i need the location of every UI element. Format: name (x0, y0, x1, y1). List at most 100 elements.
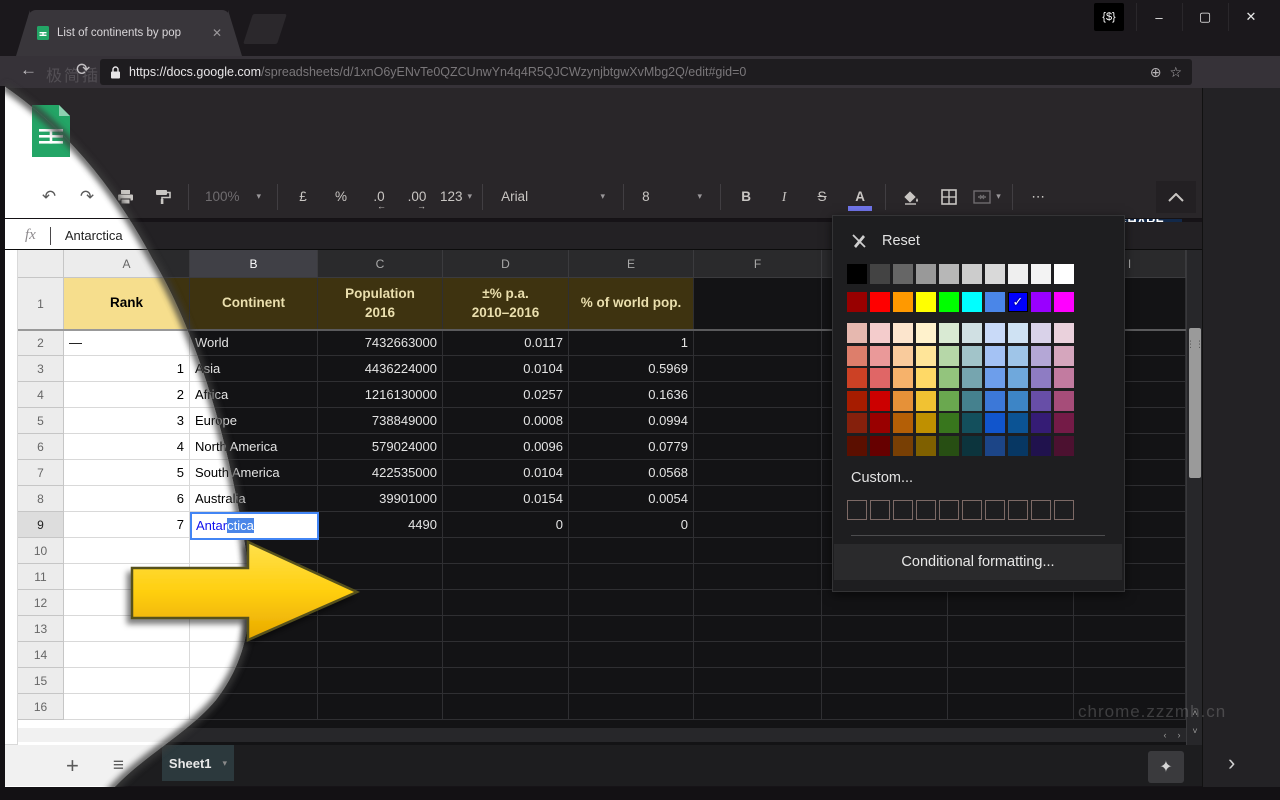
color-swatch-9900ff[interactable] (1031, 292, 1051, 312)
row-header-5[interactable]: 5 (18, 408, 64, 434)
header-cell-A1[interactable]: Rank (64, 278, 190, 330)
color-swatch-20124d[interactable] (1031, 436, 1051, 456)
scroll-right-button[interactable]: › (1172, 728, 1186, 742)
cell-D3[interactable]: 0.0104 (443, 356, 569, 382)
cell-F4[interactable] (694, 382, 822, 408)
row-header-7[interactable]: 7 (18, 460, 64, 486)
color-swatch-c27ba0[interactable] (1054, 368, 1074, 388)
header-cell-B1[interactable]: Continent (190, 278, 318, 330)
empty-cell[interactable] (318, 616, 443, 642)
color-swatch-efefef[interactable] (1008, 264, 1028, 284)
empty-cell[interactable] (443, 564, 569, 590)
cell-B6[interactable]: North America (190, 434, 318, 460)
empty-cell[interactable] (190, 642, 318, 668)
italic-button[interactable]: I (769, 182, 799, 212)
reset-row[interactable]: Reset (851, 232, 920, 249)
color-swatch-990000[interactable] (870, 413, 890, 433)
empty-cell[interactable] (1074, 668, 1186, 694)
color-swatch-660000[interactable] (870, 436, 890, 456)
cell-F9[interactable] (694, 512, 822, 538)
color-swatch-674ea7[interactable] (1031, 391, 1051, 411)
color-swatch-fff2cc[interactable] (916, 323, 936, 343)
header-cell-C1[interactable]: Population 2016 (318, 278, 443, 330)
color-swatch-cc0000[interactable] (870, 391, 890, 411)
cell-F2[interactable] (694, 330, 822, 356)
row-header-6[interactable]: 6 (18, 434, 64, 460)
empty-cell[interactable] (1074, 642, 1186, 668)
empty-cell[interactable] (694, 590, 822, 616)
empty-cell[interactable] (569, 668, 694, 694)
color-swatch-a2c4c9[interactable] (962, 346, 982, 366)
cell-D2[interactable]: 0.0117 (443, 330, 569, 356)
cell-F7[interactable] (694, 460, 822, 486)
bookmark-star-icon[interactable]: ☆ (1169, 64, 1182, 81)
column-header-F[interactable]: F (694, 250, 822, 278)
empty-cell[interactable] (948, 668, 1074, 694)
color-swatch-dd7e6b[interactable] (847, 346, 867, 366)
empty-cell[interactable] (443, 694, 569, 720)
vertical-scrollbar[interactable]: ⋮⋮ ˄ ˅ (1186, 250, 1203, 745)
color-swatch-351c75[interactable] (1031, 413, 1051, 433)
empty-cell[interactable] (569, 590, 694, 616)
empty-cell[interactable] (190, 590, 318, 616)
new-tab-button[interactable] (243, 14, 287, 44)
scroll-down-button[interactable]: ˅ (1188, 723, 1202, 739)
cell-A4[interactable]: 2 (64, 382, 190, 408)
row-header-9[interactable]: 9 (18, 512, 64, 538)
color-swatch-6d9eeb[interactable] (985, 368, 1005, 388)
empty-cell[interactable] (318, 564, 443, 590)
color-swatch-f1c232[interactable] (916, 391, 936, 411)
paint-format-button[interactable] (148, 182, 178, 212)
color-swatch-5b0f00[interactable] (847, 436, 867, 456)
cell-B5[interactable]: Europe (190, 408, 318, 434)
empty-cell[interactable] (1074, 616, 1186, 642)
color-swatch-f6b26b[interactable] (893, 368, 913, 388)
cell-E4[interactable]: 0.1636 (569, 382, 694, 408)
empty-cell[interactable] (64, 642, 190, 668)
text-color-button[interactable]: A (845, 182, 875, 212)
font-size-select[interactable]: 8▾ (634, 182, 710, 212)
print-button[interactable] (110, 182, 140, 212)
empty-cell[interactable] (64, 668, 190, 694)
scroll-left-button[interactable]: ‹ (1158, 728, 1172, 742)
cell-C8[interactable]: 39901000 (318, 486, 443, 512)
color-swatch-3c78d8[interactable] (985, 391, 1005, 411)
zoom-select[interactable]: 100%▾ (199, 182, 267, 212)
color-swatch-e6b8af[interactable] (847, 323, 867, 343)
cell-A2[interactable]: — (64, 330, 190, 356)
color-swatch-9fc5e8[interactable] (1008, 346, 1028, 366)
decrease-decimals-button[interactable]: .0← (364, 182, 394, 212)
empty-cell[interactable] (190, 668, 318, 694)
row-header-12[interactable]: 12 (18, 590, 64, 616)
empty-cell[interactable] (569, 694, 694, 720)
strikethrough-button[interactable]: S (807, 182, 837, 212)
color-swatch-fce5cd[interactable] (893, 323, 913, 343)
color-swatch-cfe2f3[interactable] (1008, 323, 1028, 343)
empty-cell[interactable] (190, 564, 318, 590)
explore-button[interactable]: ✦ (1148, 751, 1184, 783)
empty-cell[interactable] (694, 278, 822, 330)
cell-F3[interactable] (694, 356, 822, 382)
color-swatch-b7b7b7[interactable] (939, 264, 959, 284)
empty-cell[interactable] (318, 668, 443, 694)
empty-cell[interactable] (443, 538, 569, 564)
color-swatch-f4cccc[interactable] (870, 323, 890, 343)
empty-cell[interactable] (443, 590, 569, 616)
color-swatch-85200c[interactable] (847, 413, 867, 433)
row-header-14[interactable]: 14 (18, 642, 64, 668)
cell-D8[interactable]: 0.0154 (443, 486, 569, 512)
cell-E5[interactable]: 0.0994 (569, 408, 694, 434)
cell-B4[interactable]: Africa (190, 382, 318, 408)
conditional-formatting-button[interactable]: Conditional formatting... (834, 544, 1122, 580)
empty-cell[interactable] (64, 694, 190, 720)
show-side-panel-chevron[interactable]: › (1228, 750, 1235, 776)
cell-B2[interactable]: World (190, 330, 318, 356)
color-swatch-ff9900[interactable] (893, 292, 913, 312)
row-header-13[interactable]: 13 (18, 616, 64, 642)
empty-cell[interactable] (318, 642, 443, 668)
empty-cell[interactable] (822, 694, 948, 720)
tab-close-icon[interactable]: ✕ (212, 26, 222, 40)
custom-color-label[interactable]: Custom... (851, 470, 913, 486)
color-swatch-a64d79[interactable] (1054, 391, 1074, 411)
empty-cell[interactable] (569, 642, 694, 668)
